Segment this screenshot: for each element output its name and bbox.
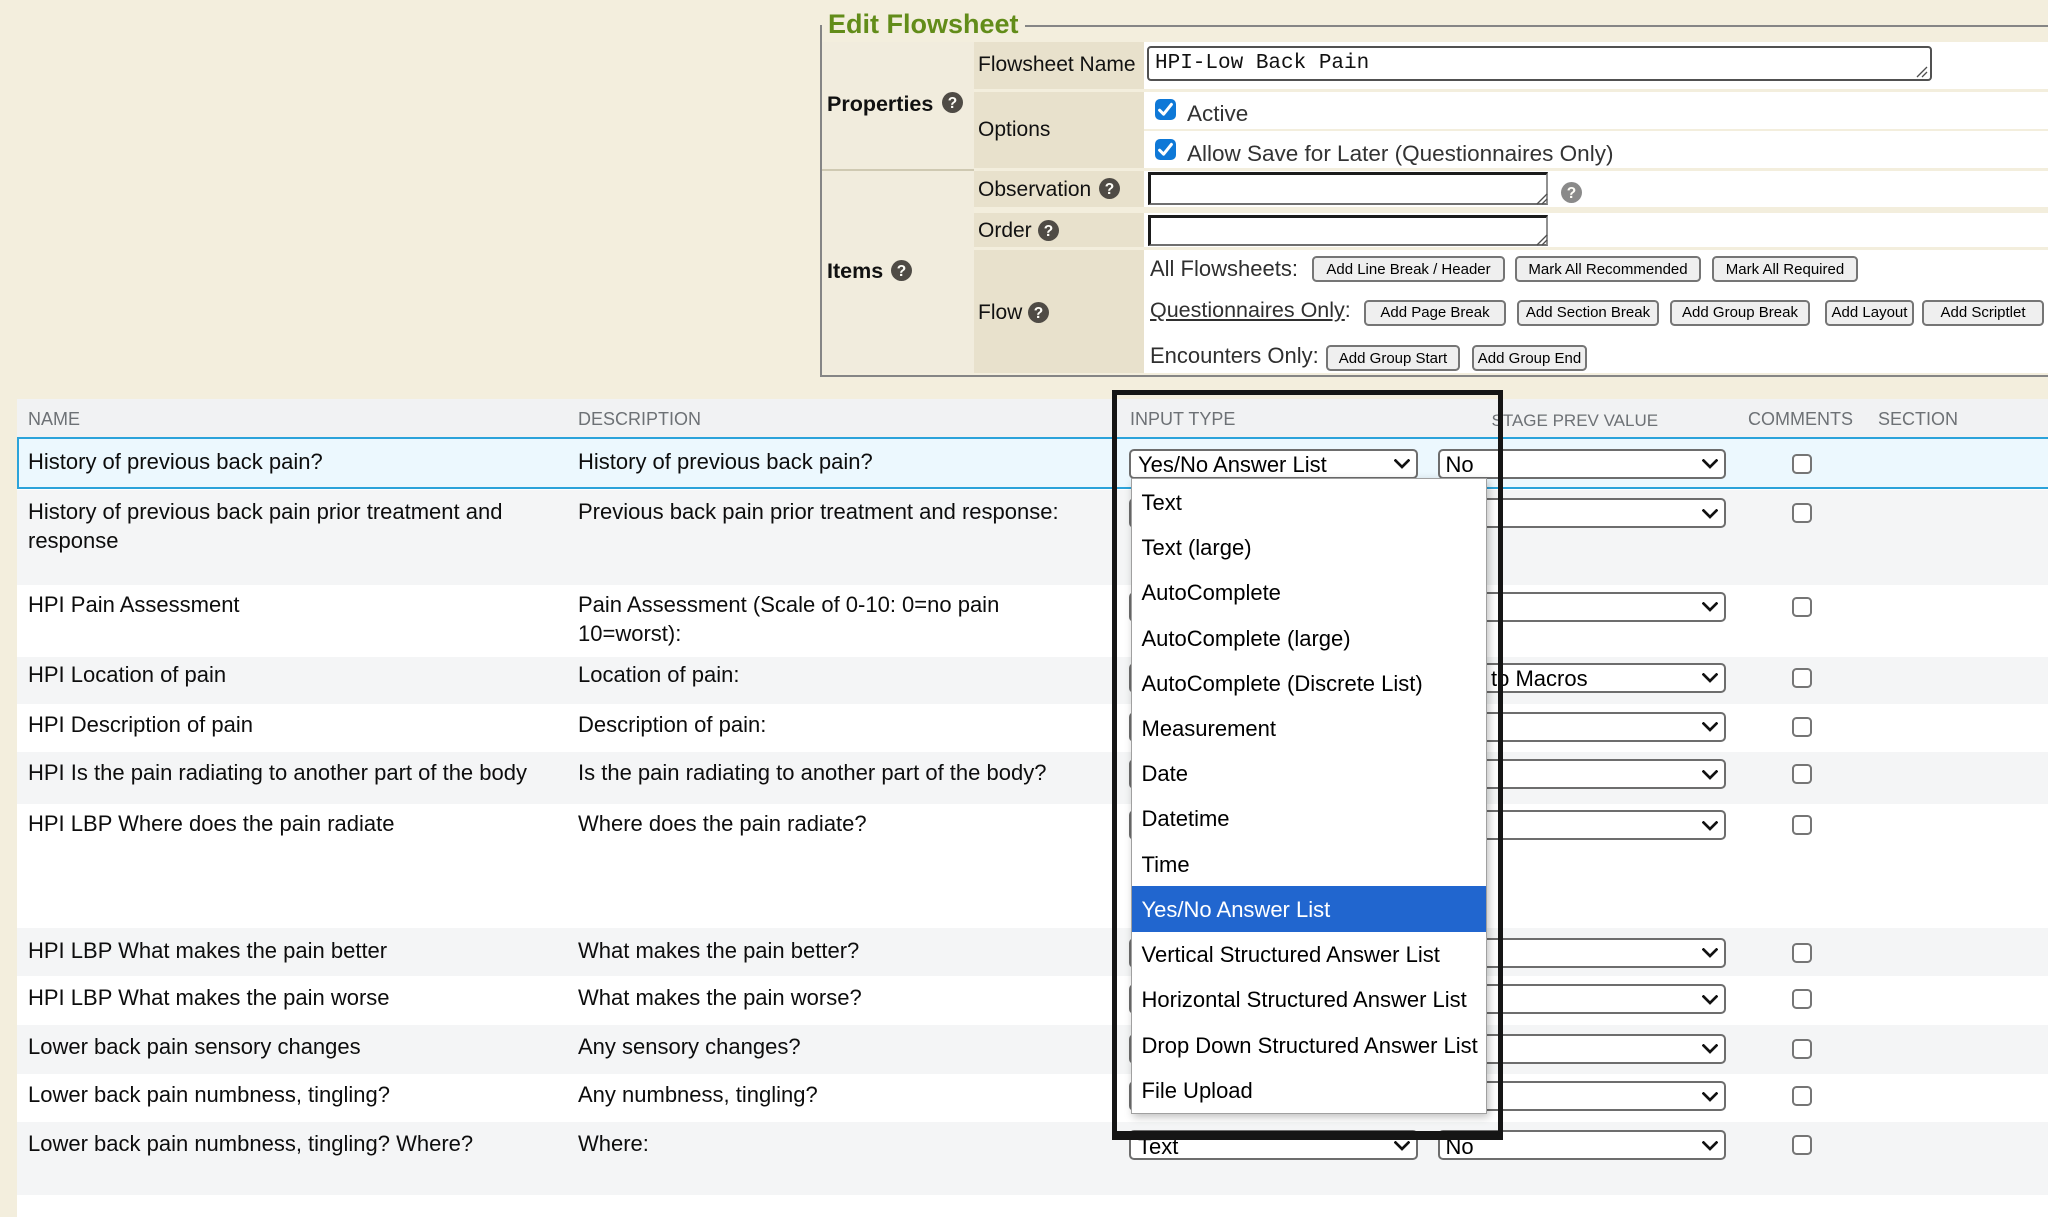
svg-text:?: ? xyxy=(1566,184,1575,201)
svg-text:?: ? xyxy=(1044,223,1053,240)
svg-text:?: ? xyxy=(1034,304,1043,321)
svg-text:?: ? xyxy=(948,95,957,112)
svg-text:?: ? xyxy=(1105,180,1114,197)
svg-text:?: ? xyxy=(897,262,906,279)
